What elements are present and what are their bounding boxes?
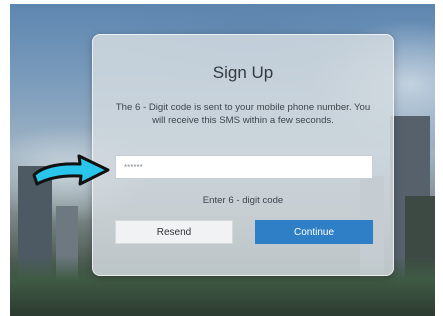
resend-button[interactable]: Resend xyxy=(115,220,233,244)
sms-info-message: The 6 - Digit code is sent to your mobil… xyxy=(115,102,371,126)
page-title: Sign Up xyxy=(212,63,274,82)
screen: Sign Up The 6 - Digit code is sent to yo… xyxy=(0,0,443,316)
signup-card: Sign Up The 6 - Digit code is sent to yo… xyxy=(92,34,394,276)
verification-code-input[interactable] xyxy=(115,155,373,179)
pointing-arrow-icon xyxy=(32,154,110,186)
continue-button[interactable]: Continue xyxy=(255,220,373,244)
code-hint-label: Enter 6 - digit code xyxy=(202,195,284,206)
